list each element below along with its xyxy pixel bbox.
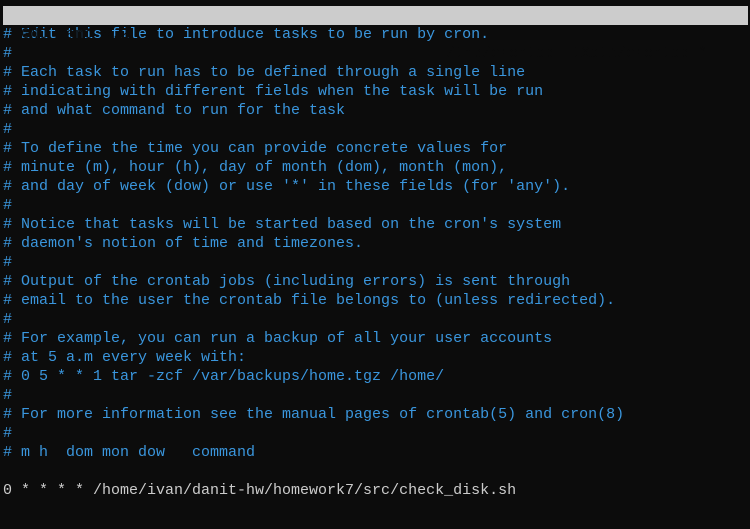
title-bar: GNU nano 6.2 /tmp/crontab.ItXatA/crontab… <box>3 6 748 62</box>
comment-line[interactable]: # minute (m), hour (h), day of month (do… <box>3 158 750 177</box>
code-line[interactable]: 0 * * * * /home/ivan/danit-hw/homework7/… <box>3 481 750 500</box>
code-line[interactable] <box>3 462 750 481</box>
comment-line[interactable]: # For example, you can run a backup of a… <box>3 329 750 348</box>
app-version: GNU nano 6.2 <box>21 26 130 43</box>
comment-line[interactable]: # <box>3 424 750 443</box>
comment-line[interactable]: # <box>3 386 750 405</box>
comment-line[interactable]: # and what command to run for the task <box>3 101 750 120</box>
nano-editor[interactable]: GNU nano 6.2 /tmp/crontab.ItXatA/crontab… <box>3 6 750 500</box>
file-path: /tmp/crontab.ItXatA/crontab * <box>446 45 708 62</box>
comment-line[interactable]: # <box>3 196 750 215</box>
comment-line[interactable]: # Output of the crontab jobs (including … <box>3 272 750 291</box>
comment-line[interactable]: # <box>3 120 750 139</box>
comment-line[interactable]: # <box>3 253 750 272</box>
comment-line[interactable]: # at 5 a.m every week with: <box>3 348 750 367</box>
comment-line[interactable]: # m h dom mon dow command <box>3 443 750 462</box>
comment-line[interactable]: # Notice that tasks will be started base… <box>3 215 750 234</box>
comment-line[interactable]: # and day of week (dow) or use '*' in th… <box>3 177 750 196</box>
comment-line[interactable]: # email to the user the crontab file bel… <box>3 291 750 310</box>
comment-line[interactable]: # indicating with different fields when … <box>3 82 750 101</box>
comment-line[interactable]: # 0 5 * * 1 tar -zcf /var/backups/home.t… <box>3 367 750 386</box>
comment-line[interactable]: # To define the time you can provide con… <box>3 139 750 158</box>
comment-line[interactable]: # <box>3 310 750 329</box>
comment-line[interactable]: # Each task to run has to be defined thr… <box>3 63 750 82</box>
text-buffer[interactable]: # Edit this file to introduce tasks to b… <box>3 25 750 500</box>
comment-line[interactable]: # For more information see the manual pa… <box>3 405 750 424</box>
comment-line[interactable]: # daemon's notion of time and timezones. <box>3 234 750 253</box>
